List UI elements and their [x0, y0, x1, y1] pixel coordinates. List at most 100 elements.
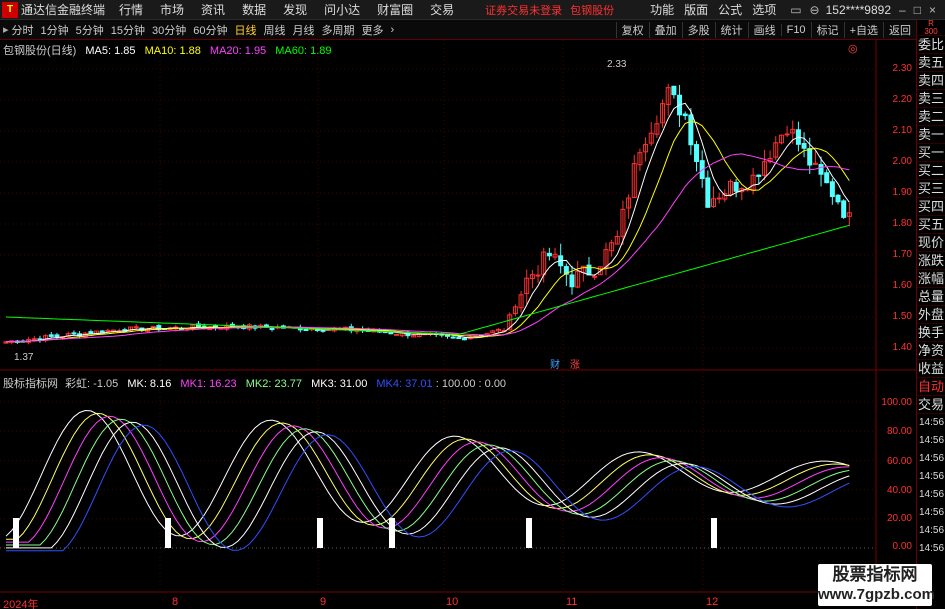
- price-tick: 1.70: [892, 249, 912, 260]
- price-tick: 1.90: [892, 187, 912, 198]
- candle-body: [71, 332, 77, 335]
- date-label: 10: [446, 596, 459, 608]
- candle-body: [48, 334, 54, 337]
- candle-body: [801, 143, 807, 149]
- watermark-line1: 股票指标网: [832, 565, 918, 584]
- mk-label: MK: 8.16: [127, 378, 172, 390]
- ma20-label: MA20: 1.95: [209, 45, 267, 57]
- tick-time: 14:56: [919, 543, 945, 554]
- price-tick: 2.30: [892, 63, 912, 74]
- mk1-label: MK1: 16.23: [180, 378, 237, 390]
- candle-body: [807, 148, 813, 166]
- candle-body: [824, 172, 830, 184]
- candle-body: [841, 200, 847, 218]
- candle-body: [694, 144, 700, 162]
- side-item[interactable]: 卖三: [917, 90, 945, 108]
- side-item[interactable]: 收益: [917, 360, 945, 378]
- side-item[interactable]: 净资: [917, 342, 945, 360]
- ma5-line: [5, 102, 850, 343]
- candle-body: [31, 338, 37, 341]
- sub-tick: 40.00: [886, 485, 912, 496]
- side-item[interactable]: 总量: [917, 288, 945, 306]
- tick-time: 14:56: [919, 489, 945, 500]
- candle-body: [461, 337, 467, 341]
- side-item[interactable]: 卖二: [917, 108, 945, 126]
- ma10-label: MA10: 1.88: [144, 45, 201, 57]
- ma60-line: [5, 224, 850, 335]
- candle-body: [394, 333, 400, 336]
- side-item[interactable]: 涨跌: [917, 252, 945, 270]
- side-r-label[interactable]: R 300: [917, 20, 945, 36]
- quote-side-panel: R 300 委比 卖五 卖四 卖三 卖二 卖一 买一 买二 买三 买四 买五 现价…: [916, 20, 945, 609]
- side-item[interactable]: 卖四: [917, 72, 945, 90]
- side-item[interactable]: 换手: [917, 324, 945, 342]
- side-item[interactable]: 外盘: [917, 306, 945, 324]
- candle-body: [835, 194, 841, 203]
- candle-body: [546, 252, 552, 257]
- stock-name-label: 包钢股份(日线): [3, 45, 77, 57]
- finance-badge[interactable]: 财: [549, 360, 561, 372]
- price-tick: 1.40: [892, 342, 912, 353]
- signal-bar: [526, 518, 532, 548]
- sub-tick: 100.00: [881, 397, 912, 408]
- date-label: 2024年: [3, 599, 39, 609]
- candle-body: [450, 336, 456, 339]
- legend-marker-icon[interactable]: ◎: [848, 42, 858, 55]
- rainbow-label: 彩虹: -1.05: [65, 378, 119, 390]
- sub-tick: 80.00: [886, 426, 912, 437]
- low-price-label: 1.37: [14, 352, 34, 363]
- tick-time: 14:56: [919, 471, 945, 482]
- side-item[interactable]: 买四: [917, 198, 945, 216]
- tick-time: 14:56: [919, 435, 945, 446]
- candle-body: [829, 181, 835, 198]
- side-item[interactable]: 卖一: [917, 126, 945, 144]
- candle-body: [586, 264, 592, 276]
- candle-body: [535, 274, 541, 277]
- side-item[interactable]: 买二: [917, 162, 945, 180]
- candle-body: [444, 334, 450, 337]
- side-item[interactable]: 卖五: [917, 54, 945, 72]
- date-label: 9: [320, 596, 327, 608]
- main-legend: 包钢股份(日线) MA5: 1.85 MA10: 1.88 MA20: 1.95…: [3, 42, 332, 58]
- price-tick: 2.10: [892, 125, 912, 136]
- signal-bar: [317, 518, 323, 548]
- sub-tick: 0.00: [892, 541, 912, 552]
- close-window-icon[interactable]: ×: [929, 3, 936, 17]
- candle-body: [269, 327, 275, 330]
- indicator-name: 股标指标网: [3, 378, 58, 390]
- ma20-line: [5, 153, 850, 343]
- candle-body: [688, 114, 694, 146]
- mk2-label: MK2: 23.77: [245, 378, 302, 390]
- price-tick: 1.80: [892, 218, 912, 229]
- signal-bar: [165, 518, 171, 548]
- rainbow-line: [6, 418, 850, 546]
- signal-bar: [13, 518, 19, 548]
- sub-tick: 20.00: [886, 513, 912, 524]
- signal-bar: [711, 518, 717, 548]
- side-item[interactable]: 买三: [917, 180, 945, 198]
- candle-body: [592, 275, 598, 278]
- candle-body: [784, 133, 790, 136]
- candle-body: [756, 174, 762, 177]
- price-tick: 1.50: [892, 311, 912, 322]
- limit-up-badge[interactable]: 涨: [569, 360, 581, 372]
- side-trade[interactable]: 交易: [917, 396, 945, 414]
- side-item[interactable]: 涨幅: [917, 270, 945, 288]
- candle-body: [733, 181, 739, 192]
- candle-body: [303, 328, 309, 331]
- side-auto[interactable]: 自动: [917, 378, 945, 396]
- side-item[interactable]: 现价: [917, 234, 945, 252]
- mk3-label: MK3: 31.00: [311, 378, 368, 390]
- tick-time: 14:56: [919, 507, 945, 518]
- kline-chart[interactable]: [0, 0, 916, 609]
- signal-bar: [389, 518, 395, 548]
- price-tick: 2.00: [892, 156, 912, 167]
- candle-body: [716, 197, 722, 200]
- tick-time: 14:56: [919, 525, 945, 536]
- side-item[interactable]: 买五: [917, 216, 945, 234]
- date-label: 11: [566, 596, 578, 608]
- side-item[interactable]: 买一: [917, 144, 945, 162]
- side-item[interactable]: 委比: [917, 36, 945, 54]
- app-root: T 通达信金融终端 行情 市场 资讯 数据 发现 问小达 财富圈 交易 证券交易…: [0, 0, 945, 609]
- candle-body: [111, 329, 117, 332]
